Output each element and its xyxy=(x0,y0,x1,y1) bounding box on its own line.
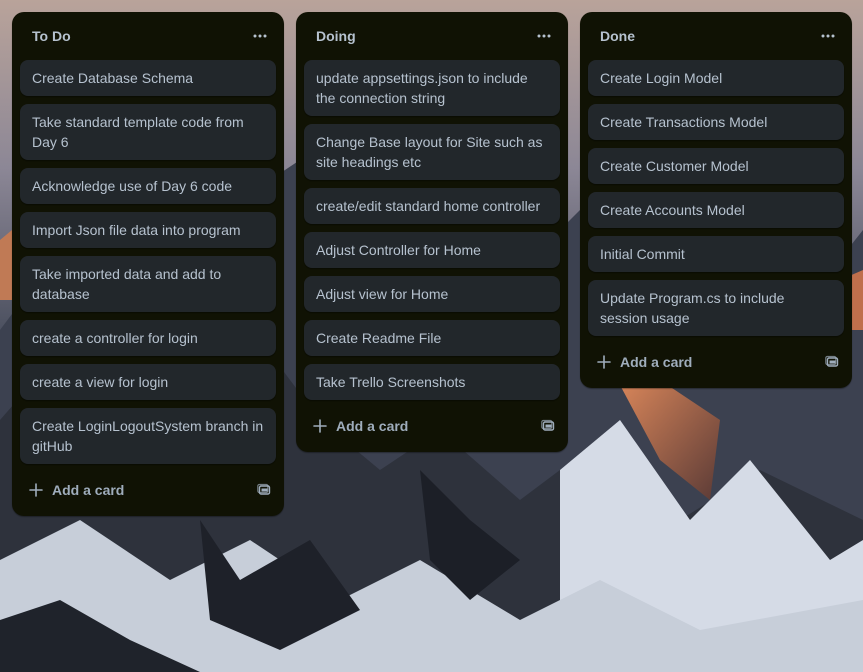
card-list: update appsettings.json to include the c… xyxy=(296,60,568,400)
card[interactable]: Create Transactions Model xyxy=(588,104,844,140)
ellipsis-icon xyxy=(821,34,835,38)
list-footer: Add a card xyxy=(580,336,852,388)
card[interactable]: Create Readme File xyxy=(304,320,560,356)
card[interactable]: Take standard template code from Day 6 xyxy=(20,104,276,160)
card[interactable]: Create Database Schema xyxy=(20,60,276,96)
card[interactable]: Create Customer Model xyxy=(588,148,844,184)
card[interactable]: Change Base layout for Site such as site… xyxy=(304,124,560,180)
card[interactable]: Update Program.cs to include session usa… xyxy=(588,280,844,336)
list-header[interactable]: Done xyxy=(580,12,852,60)
template-icon[interactable] xyxy=(824,354,840,370)
template-icon[interactable] xyxy=(540,418,556,434)
card[interactable]: Take imported data and add to database xyxy=(20,256,276,312)
card[interactable]: Acknowledge use of Day 6 code xyxy=(20,168,276,204)
list-title[interactable]: Doing xyxy=(316,28,356,44)
card[interactable]: create a controller for login xyxy=(20,320,276,356)
card[interactable]: update appsettings.json to include the c… xyxy=(304,60,560,116)
ellipsis-icon xyxy=(253,34,267,38)
add-card-label: Add a card xyxy=(52,482,125,498)
ellipsis-icon xyxy=(537,34,551,38)
list-todo: To Do Create Database Schema Take standa… xyxy=(12,12,284,516)
plus-icon xyxy=(29,483,43,497)
add-card-label: Add a card xyxy=(620,354,693,370)
list-done: Done Create Login Model Create Transacti… xyxy=(580,12,852,388)
plus-icon xyxy=(313,419,327,433)
list-footer: Add a card xyxy=(296,400,568,452)
template-icon[interactable] xyxy=(256,482,272,498)
list-header[interactable]: Doing xyxy=(296,12,568,60)
card[interactable]: create/edit standard home controller xyxy=(304,188,560,224)
card[interactable]: create a view for login xyxy=(20,364,276,400)
board: To Do Create Database Schema Take standa… xyxy=(0,0,863,672)
add-card-button[interactable]: Add a card xyxy=(312,418,408,434)
card[interactable]: Adjust Controller for Home xyxy=(304,232,560,268)
list-doing: Doing update appsettings.json to include… xyxy=(296,12,568,452)
card[interactable]: Import Json file data into program xyxy=(20,212,276,248)
card[interactable]: Initial Commit xyxy=(588,236,844,272)
card[interactable]: Create Accounts Model xyxy=(588,192,844,228)
list-menu-button[interactable] xyxy=(246,22,274,50)
list-menu-button[interactable] xyxy=(530,22,558,50)
card[interactable]: Create LoginLogoutSystem branch in gitHu… xyxy=(20,408,276,464)
list-title[interactable]: Done xyxy=(600,28,635,44)
card-list: Create Login Model Create Transactions M… xyxy=(580,60,852,336)
list-menu-button[interactable] xyxy=(814,22,842,50)
add-card-button[interactable]: Add a card xyxy=(596,354,692,370)
list-title[interactable]: To Do xyxy=(32,28,71,44)
card-list: Create Database Schema Take standard tem… xyxy=(12,60,284,464)
add-card-button[interactable]: Add a card xyxy=(28,482,124,498)
list-header[interactable]: To Do xyxy=(12,12,284,60)
list-footer: Add a card xyxy=(12,464,284,516)
card[interactable]: Take Trello Screenshots xyxy=(304,364,560,400)
plus-icon xyxy=(597,355,611,369)
card[interactable]: Adjust view for Home xyxy=(304,276,560,312)
card[interactable]: Create Login Model xyxy=(588,60,844,96)
add-card-label: Add a card xyxy=(336,418,409,434)
